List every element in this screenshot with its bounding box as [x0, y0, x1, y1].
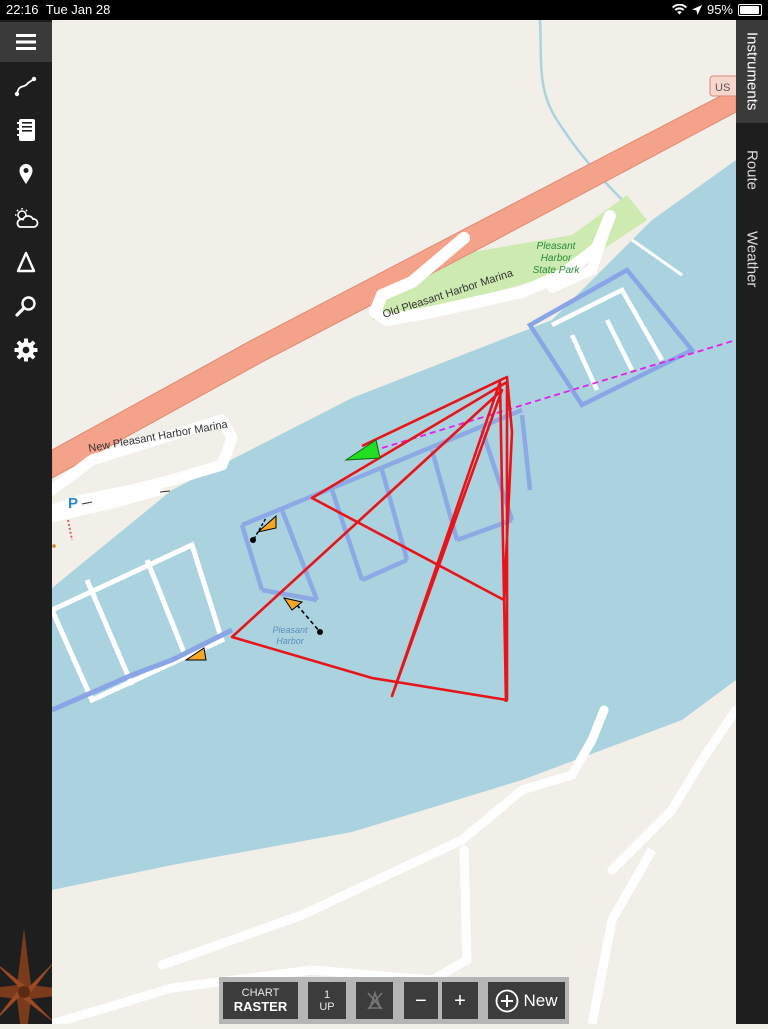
- logbook-button[interactable]: [0, 110, 52, 150]
- svg-text:US: US: [715, 82, 730, 94]
- chart-type-button[interactable]: CHART RASTER: [223, 982, 298, 1019]
- boat-center-button[interactable]: [356, 982, 393, 1019]
- tab-instruments[interactable]: Instruments: [736, 20, 768, 123]
- routes-button[interactable]: [0, 66, 52, 106]
- route-icon: [14, 76, 37, 97]
- search-icon: [15, 296, 36, 317]
- orientation-button[interactable]: 1 UP: [308, 982, 346, 1019]
- tab-route[interactable]: Route: [736, 138, 768, 202]
- zoom-in-button[interactable]: +: [442, 982, 478, 1019]
- bottom-toolbar: CHART RASTER 1 UP − + New: [219, 977, 569, 1024]
- park-label-line1: Pleasant: [537, 241, 577, 252]
- battery-percent: 95%: [706, 2, 733, 17]
- tab-weather[interactable]: Weather: [736, 216, 768, 302]
- chart-canvas[interactable]: P Old Pleasant Harbor Marina New Pleasan…: [46, 19, 741, 1029]
- weather-icon: [15, 208, 39, 228]
- zoom-in-label: +: [454, 989, 466, 1012]
- tab-route-label: Route: [743, 149, 761, 191]
- status-bar: 22:16 Tue Jan 28 95%: [0, 0, 768, 20]
- compass-rose: [0, 920, 52, 1024]
- park-label-line2: Harbor: [541, 253, 572, 264]
- left-sidebar: [0, 20, 52, 1024]
- tab-weather-label: Weather: [743, 230, 761, 288]
- right-sidebar: Instruments Route Weather: [736, 20, 768, 1024]
- logbook-icon: [17, 119, 35, 141]
- compass-rose-icon: [0, 928, 52, 1024]
- parking-label: P: [68, 495, 78, 512]
- status-right: 95%: [671, 2, 762, 17]
- water-label-line1: Pleasant: [272, 625, 308, 635]
- wifi-icon: [671, 4, 687, 15]
- status-date: Tue Jan 28: [45, 2, 111, 17]
- road-shield: US: [709, 75, 739, 97]
- orientation-bottom: UP: [319, 1000, 335, 1013]
- new-button-label: New: [523, 990, 558, 1010]
- status-time: 22:16: [6, 2, 39, 17]
- chart-type-value: RASTER: [233, 999, 288, 1014]
- pin-icon: [19, 164, 33, 184]
- tracks-button[interactable]: [0, 242, 52, 282]
- new-button[interactable]: New: [488, 982, 565, 1019]
- location-arrow-icon: [691, 4, 702, 15]
- park-label-line3: State Park: [533, 265, 581, 276]
- gear-icon: [14, 338, 38, 362]
- zoom-out-button[interactable]: −: [404, 982, 438, 1019]
- status-time-date: 22:16 Tue Jan 28: [6, 2, 110, 17]
- zoom-out-label: −: [415, 989, 427, 1012]
- battery-icon: [738, 3, 762, 16]
- menu-icon: [16, 34, 36, 50]
- orientation-top: 1: [323, 988, 331, 1001]
- menu-button[interactable]: [0, 22, 52, 62]
- tab-instruments-label: Instruments: [743, 32, 761, 111]
- waypoints-button[interactable]: [0, 154, 52, 194]
- weather-button[interactable]: [0, 198, 52, 238]
- chart-type-top: CHART: [241, 987, 280, 999]
- settings-button[interactable]: [0, 330, 52, 370]
- chart-map[interactable]: P Old Pleasant Harbor Marina New Pleasan…: [46, 19, 741, 1029]
- water-label-line2: Harbor: [276, 636, 305, 646]
- boat-crossed-icon: [366, 990, 383, 1010]
- search-button[interactable]: [0, 286, 52, 326]
- triangle-icon: [16, 251, 36, 273]
- plus-circle-icon: [496, 989, 519, 1012]
